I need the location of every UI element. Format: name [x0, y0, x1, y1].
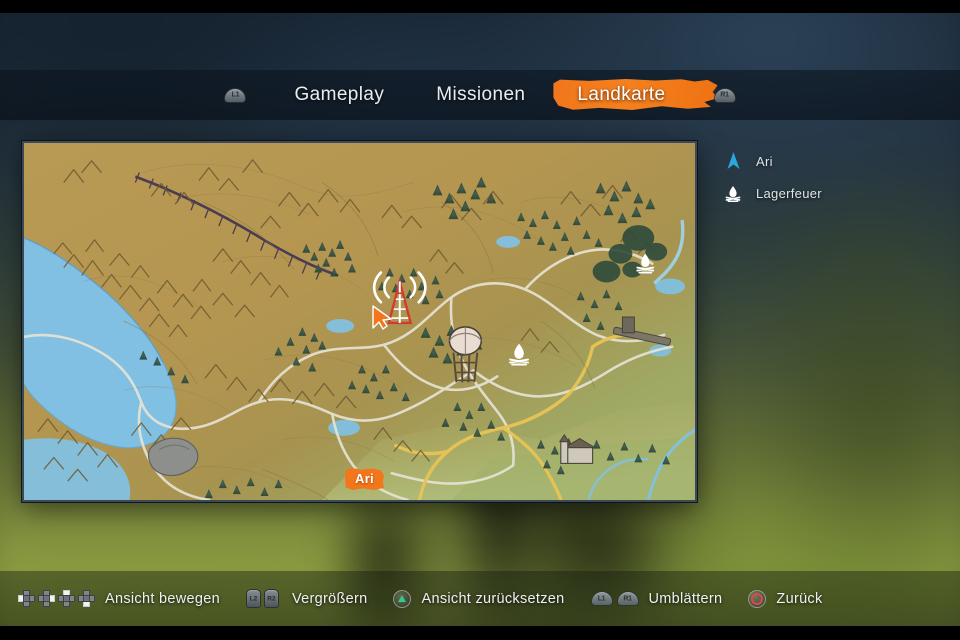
hint-umblaettern-label: Umblättern — [648, 590, 723, 607]
tab-landkarte-label: Landkarte — [577, 84, 666, 105]
triangle-button-icon[interactable] — [393, 589, 412, 608]
tab-missionen-label: Missionen — [436, 84, 526, 105]
tab-landkarte[interactable]: Landkarte — [551, 70, 724, 120]
right-bumper-icon[interactable]: R1 — [713, 87, 736, 103]
map-cursor-pointer[interactable] — [370, 305, 394, 331]
right-bumper-label: R1 — [720, 91, 729, 99]
hint-zurueck: Zurück — [748, 589, 823, 608]
menu-tab-bar: L1 Gameplay Missionen Landkarte R1 — [0, 70, 960, 120]
map-player-marker-label: Ari — [355, 471, 374, 486]
dpad-icon[interactable] — [18, 590, 95, 607]
l1-bumper-label: L1 — [597, 595, 606, 603]
map-canvas[interactable] — [24, 143, 695, 500]
hint-umblaettern: L1 R1 Umblättern — [590, 590, 723, 607]
left-bumper-label: L1 — [231, 91, 240, 99]
hint-ansicht-bewegen: Ansicht bewegen — [18, 590, 220, 607]
hint-vergroessern-label: Vergrößern — [291, 590, 368, 607]
hint-zurueck-label: Zurück — [776, 590, 823, 607]
dpad-down-icon[interactable] — [78, 590, 95, 607]
legend-item-lagerfeuer-label: Lagerfeuer — [756, 185, 822, 201]
circle-button-icon[interactable] — [748, 589, 767, 608]
tab-gameplay[interactable]: Gameplay — [268, 70, 410, 120]
world-map-panel[interactable]: Ari — [22, 141, 697, 502]
r2-trigger-icon[interactable]: R2 — [263, 589, 279, 608]
dpad-left-icon[interactable] — [18, 590, 35, 607]
r1-bumper-label: R1 — [623, 595, 632, 603]
left-bumper-icon[interactable]: L1 — [224, 87, 247, 103]
letterbox-bottom — [0, 626, 960, 640]
l2-trigger-label: L2 — [249, 595, 258, 602]
legend-item-lagerfeuer: Lagerfeuer — [722, 182, 822, 204]
l1-bumper-icon[interactable]: L1 — [590, 591, 613, 606]
campfire-icon — [722, 185, 744, 202]
trigger-buttons-icon[interactable]: L2 R2 — [245, 589, 282, 608]
hint-vergroessern: L2 R2 Vergrößern — [245, 589, 368, 608]
tab-missionen[interactable]: Missionen — [410, 70, 551, 120]
dpad-right-icon[interactable] — [38, 590, 55, 607]
blue-arrow-marker-icon — [722, 152, 744, 170]
map-legend: Ari Lagerfeuer — [722, 150, 822, 214]
bumper-buttons-icon[interactable]: L1 R1 — [590, 591, 639, 606]
l2-trigger-icon[interactable]: L2 — [245, 589, 261, 608]
letterbox-top — [0, 0, 960, 13]
hint-ansicht-zuruecksetzen: Ansicht zurücksetzen — [393, 589, 565, 608]
tab-gameplay-label: Gameplay — [294, 84, 385, 105]
legend-item-ari: Ari — [722, 150, 822, 172]
game-map-screen: L1 Gameplay Missionen Landkarte R1 Ari A… — [0, 0, 960, 640]
r2-trigger-label: R2 — [267, 595, 276, 602]
dpad-up-icon[interactable] — [58, 590, 75, 607]
legend-item-ari-label: Ari — [756, 153, 773, 169]
controller-hint-bar: Ansicht bewegen L2 R2 Vergrößern Ansicht… — [0, 571, 960, 626]
hint-ansicht-zuruecksetzen-label: Ansicht zurücksetzen — [421, 590, 565, 607]
map-player-marker-ari[interactable]: Ari — [345, 468, 384, 490]
r1-bumper-icon[interactable]: R1 — [616, 591, 639, 606]
hint-ansicht-bewegen-label: Ansicht bewegen — [105, 590, 220, 607]
